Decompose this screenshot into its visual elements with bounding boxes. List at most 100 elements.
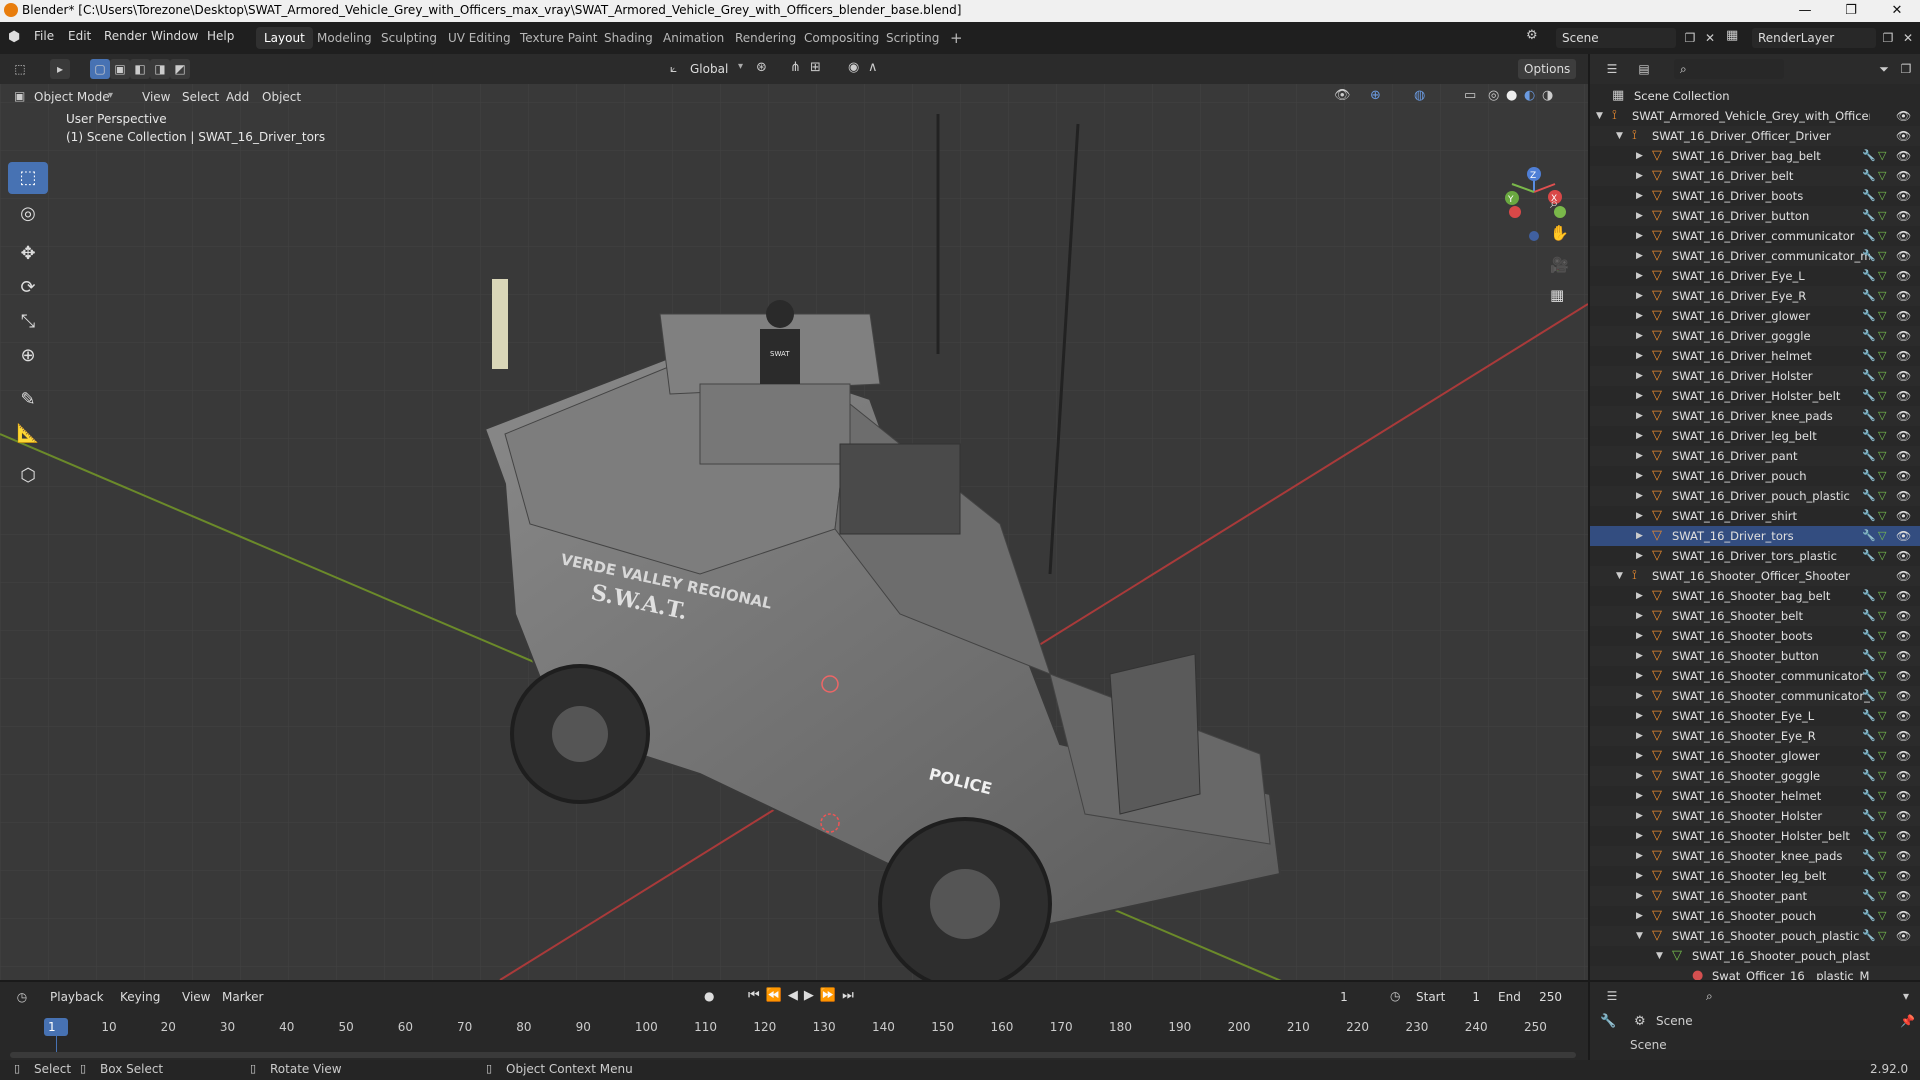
collapsed-arrow-icon[interactable]: ▶ xyxy=(1636,846,1643,866)
visibility-icon[interactable]: 👁 xyxy=(1334,88,1351,103)
outliner-row[interactable]: ▶ ▽ SWAT_16_Shooter_goggle 🔧 ▽ 👁 xyxy=(1590,766,1920,786)
scale-tool-icon[interactable]: ⤡ xyxy=(8,306,48,338)
outliner-row[interactable]: ▶ ▽ SWAT_16_Driver_Holster_belt 🔧 ▽ 👁 xyxy=(1590,386,1920,406)
collapsed-arrow-icon[interactable]: ▶ xyxy=(1636,206,1643,226)
add-cube-tool-icon[interactable]: ⬡ xyxy=(8,460,48,492)
visibility-eye-icon[interactable]: 👁 xyxy=(1896,726,1911,746)
collapsed-arrow-icon[interactable]: ▶ xyxy=(1636,786,1643,806)
snap-icon[interactable]: ⋔ xyxy=(790,60,801,75)
select-box-tool-icon[interactable]: ⬚ xyxy=(8,162,48,194)
collapsed-arrow-icon[interactable]: ▶ xyxy=(1636,466,1643,486)
collapsed-arrow-icon[interactable]: ▶ xyxy=(1636,646,1643,666)
menu-window[interactable]: Window xyxy=(151,29,198,43)
collapsed-arrow-icon[interactable]: ▶ xyxy=(1636,326,1643,346)
material-shading-icon[interactable]: ◐ xyxy=(1524,88,1535,103)
collapsed-arrow-icon[interactable]: ▶ xyxy=(1636,826,1643,846)
outliner-row[interactable]: ▶ ▽ SWAT_16_Driver_communicator 🔧 ▽ 👁 xyxy=(1590,226,1920,246)
minimize-button[interactable]: — xyxy=(1782,0,1828,22)
visibility-eye-icon[interactable]: 👁 xyxy=(1896,706,1911,726)
outliner-row[interactable]: ▼ ⟟ SWAT_Armored_Vehicle_Grey_with_Officer… xyxy=(1590,106,1920,126)
collapsed-arrow-icon[interactable]: ▶ xyxy=(1636,546,1643,566)
collapsed-arrow-icon[interactable]: ▶ xyxy=(1636,526,1643,546)
visibility-eye-icon[interactable]: 👁 xyxy=(1896,426,1911,446)
outliner-row[interactable]: ▶ ▽ SWAT_16_Shooter_pouch 🔧 ▽ 👁 xyxy=(1590,906,1920,926)
select-invert-icon[interactable]: ◨ xyxy=(150,59,170,79)
move-tool-icon[interactable]: ✥ xyxy=(8,238,48,270)
outliner-row[interactable]: ▶ ▽ SWAT_16_Driver_communicator_mi 🔧 ▽ 👁 xyxy=(1590,246,1920,266)
measure-tool-icon[interactable]: 📐 xyxy=(8,418,48,450)
cursor-tool-icon[interactable]: ◎ xyxy=(8,198,48,230)
select-intersect-icon[interactable]: ◩ xyxy=(170,59,190,79)
visibility-eye-icon[interactable]: 👁 xyxy=(1896,546,1911,566)
collapsed-arrow-icon[interactable]: ▶ xyxy=(1636,426,1643,446)
outliner-row[interactable]: ▶ ▽ SWAT_16_Shooter_knee_pads 🔧 ▽ 👁 xyxy=(1590,846,1920,866)
tab-texture-paint[interactable]: Texture Paint xyxy=(512,27,605,49)
outliner-search-input[interactable]: ⌕ xyxy=(1674,59,1784,79)
overlay-toggle-icon[interactable]: ◍ xyxy=(1414,88,1425,103)
menu-file[interactable]: File xyxy=(34,29,54,43)
visibility-eye-icon[interactable]: 👁 xyxy=(1896,106,1911,126)
collapsed-arrow-icon[interactable]: ▶ xyxy=(1636,626,1643,646)
tab-rendering[interactable]: Rendering xyxy=(727,27,804,49)
menu-edit[interactable]: Edit xyxy=(68,29,91,43)
pan-hand-icon[interactable]: ✋ xyxy=(1550,224,1569,242)
outliner-row[interactable]: ▶ ▽ SWAT_16_Shooter_communicator 🔧 ▽ 👁 xyxy=(1590,666,1920,686)
outliner-row[interactable]: ▶ ▽ SWAT_16_Driver_Eye_L 🔧 ▽ 👁 xyxy=(1590,266,1920,286)
delete-scene-icon[interactable]: ✕ xyxy=(1700,28,1720,48)
filter-icon[interactable]: ⏷ xyxy=(1874,59,1894,79)
collapsed-arrow-icon[interactable]: ▶ xyxy=(1636,406,1643,426)
visibility-eye-icon[interactable]: 👁 xyxy=(1896,386,1911,406)
outliner-row[interactable]: ▶ ▽ SWAT_16_Driver_tors_plastic 🔧 ▽ 👁 xyxy=(1590,546,1920,566)
visibility-eye-icon[interactable]: 👁 xyxy=(1896,246,1911,266)
solid-shading-icon[interactable]: ● xyxy=(1506,88,1517,103)
collapsed-arrow-icon[interactable]: ▶ xyxy=(1636,186,1643,206)
properties-panel[interactable]: ☰ ⌕ ▾ 🔧 ⚙ Scene 📌 Scene xyxy=(1588,980,1920,1060)
outliner-row[interactable]: ▼ ⟟ SWAT_16_Shooter_Officer_Shooter 👁 xyxy=(1590,566,1920,586)
outliner-row[interactable]: ▶ ▽ SWAT_16_Shooter_pant 🔧 ▽ 👁 xyxy=(1590,886,1920,906)
properties-scene-section[interactable]: Scene xyxy=(1630,1038,1667,1052)
proportional-edit-icon[interactable]: ◉ xyxy=(848,60,859,75)
visibility-eye-icon[interactable]: 👁 xyxy=(1896,746,1911,766)
delete-layer-icon[interactable]: ✕ xyxy=(1898,28,1918,48)
scene-selector[interactable]: Scene xyxy=(1556,28,1676,48)
outliner-row[interactable]: ▶ ▽ SWAT_16_Shooter_glower 🔧 ▽ 👁 xyxy=(1590,746,1920,766)
outliner-row[interactable]: ▶ ▽ SWAT_16_Shooter_bag_belt 🔧 ▽ 👁 xyxy=(1590,586,1920,606)
collapsed-arrow-icon[interactable]: ▶ xyxy=(1636,746,1643,766)
tab-sculpting[interactable]: Sculpting xyxy=(373,27,445,49)
visibility-eye-icon[interactable]: 👁 xyxy=(1896,126,1911,146)
visibility-eye-icon[interactable]: 👁 xyxy=(1896,886,1911,906)
outliner-row[interactable]: ▶ ▽ SWAT_16_Shooter_belt 🔧 ▽ 👁 xyxy=(1590,606,1920,626)
outliner-row[interactable]: ▶ ▽ SWAT_16_Driver_goggle 🔧 ▽ 👁 xyxy=(1590,326,1920,346)
visibility-eye-icon[interactable]: 👁 xyxy=(1896,466,1911,486)
outliner-row[interactable]: ▶ ▽ SWAT_16_Driver_belt 🔧 ▽ 👁 xyxy=(1590,166,1920,186)
3d-viewport[interactable]: VERDE VALLEY REGIONAL S.W.A.T. POLICE SW… xyxy=(0,54,1588,980)
outliner-row[interactable]: ▶ ▽ SWAT_16_Shooter_boots 🔧 ▽ 👁 xyxy=(1590,626,1920,646)
visibility-eye-icon[interactable]: 👁 xyxy=(1896,186,1911,206)
visibility-eye-icon[interactable]: 👁 xyxy=(1896,326,1911,346)
viewport-menu-object[interactable]: Object xyxy=(256,87,307,107)
visibility-eye-icon[interactable]: 👁 xyxy=(1896,566,1911,586)
outliner-row[interactable]: ▶ ▽ SWAT_16_Shooter_helmet 🔧 ▽ 👁 xyxy=(1590,786,1920,806)
snap-target-icon[interactable]: ⊞ xyxy=(810,60,821,75)
outliner-row[interactable]: ▶ ▽ SWAT_16_Driver_shirt 🔧 ▽ 👁 xyxy=(1590,506,1920,526)
expanded-arrow-icon[interactable]: ▼ xyxy=(1636,926,1643,946)
outliner-row[interactable]: ▼ ▽ SWAT_16_Shooter_pouch_plastic 🔧 ▽ 👁 xyxy=(1590,926,1920,946)
visibility-eye-icon[interactable]: 👁 xyxy=(1896,906,1911,926)
visibility-eye-icon[interactable]: 👁 xyxy=(1896,806,1911,826)
select-new-icon[interactable]: ▢ xyxy=(90,59,110,79)
collapsed-arrow-icon[interactable]: ▶ xyxy=(1636,726,1643,746)
blender-menu-icon[interactable]: ⬢ xyxy=(8,29,20,45)
display-mode-icon[interactable]: ▤ xyxy=(1634,59,1654,79)
outliner-row[interactable]: ▶ ▽ SWAT_16_Driver_Holster 🔧 ▽ 👁 xyxy=(1590,366,1920,386)
tab-modeling[interactable]: Modeling xyxy=(309,27,380,49)
collapsed-arrow-icon[interactable]: ▶ xyxy=(1636,586,1643,606)
visibility-eye-icon[interactable]: 👁 xyxy=(1896,626,1911,646)
visibility-eye-icon[interactable]: 👁 xyxy=(1896,786,1911,806)
outliner-row[interactable]: ▶ ▽ SWAT_16_Driver_knee_pads 🔧 ▽ 👁 xyxy=(1590,406,1920,426)
visibility-eye-icon[interactable]: 👁 xyxy=(1896,866,1911,886)
visibility-eye-icon[interactable]: 👁 xyxy=(1896,266,1911,286)
expanded-arrow-icon[interactable]: ▼ xyxy=(1656,946,1663,966)
outliner-row[interactable]: ▶ ▽ SWAT_16_Driver_pouch 🔧 ▽ 👁 xyxy=(1590,466,1920,486)
outliner-row[interactable]: ▶ ▽ SWAT_16_Driver_glower 🔧 ▽ 👁 xyxy=(1590,306,1920,326)
collapsed-arrow-icon[interactable]: ▶ xyxy=(1636,306,1643,326)
